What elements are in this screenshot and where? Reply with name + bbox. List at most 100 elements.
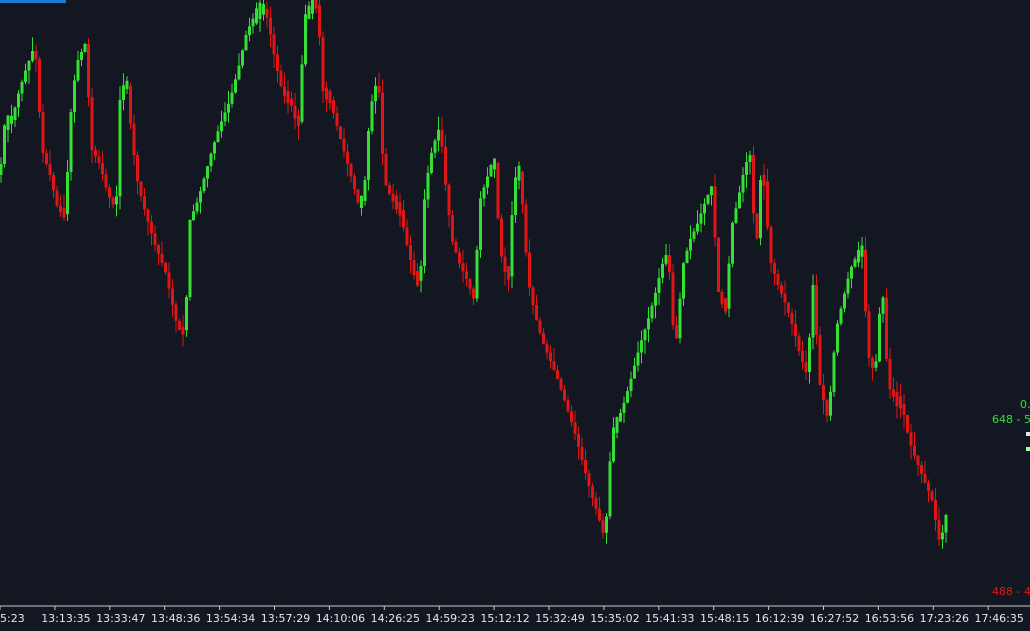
candle-down — [580, 446, 584, 460]
candle-up — [227, 103, 230, 113]
candle-up — [437, 129, 440, 141]
candlestick-chart[interactable]: 5:23 13:13:35 13:33:47 13:48:36 13:54:34 13:5… — [0, 0, 1030, 627]
candle-up — [759, 180, 762, 239]
x-tick-label: 15:32:49 — [535, 612, 584, 625]
candle-down — [269, 17, 272, 35]
candle-down — [174, 304, 178, 321]
candle-down — [720, 291, 724, 305]
candle-down — [339, 126, 342, 139]
candle-down — [790, 312, 794, 324]
candle-down — [279, 70, 283, 87]
candle-down — [395, 195, 398, 210]
candle-down — [570, 411, 573, 423]
x-tick-label: 13:57:29 — [261, 612, 310, 625]
x-axis-ticks: 5:23 13:13:35 13:33:47 13:48:36 13:54:34 13:5… — [0, 606, 1024, 625]
candle-down — [178, 320, 181, 330]
candle-down — [766, 181, 769, 228]
candle-up — [430, 152, 433, 173]
x-tick-label: 17:46:35 — [974, 612, 1023, 625]
candle-down — [668, 255, 671, 273]
candle-down — [783, 293, 787, 303]
x-tick-label: 15:41:33 — [645, 612, 694, 625]
candle-down — [713, 186, 717, 238]
candle-up — [13, 107, 17, 120]
candle-up — [878, 313, 881, 362]
chart-area[interactable]: 5:23 13:13:35 13:33:47 13:48:36 13:54:34 13:5… — [0, 0, 1030, 627]
candle-down — [591, 486, 594, 498]
candle-up — [692, 231, 696, 239]
x-tick-label: 13:33:47 — [96, 612, 145, 625]
candle-down — [164, 262, 167, 273]
candle-down — [584, 460, 587, 474]
x-tick-label: 13:54:34 — [206, 612, 255, 625]
candle-down — [265, 8, 269, 18]
candle-down — [48, 164, 52, 175]
candle-down — [90, 97, 94, 150]
candle-down — [160, 253, 164, 263]
candle-up — [300, 64, 304, 122]
candle-up — [850, 266, 853, 279]
candle-down — [328, 90, 332, 104]
candle-down — [409, 245, 412, 260]
candle-up — [20, 81, 24, 94]
candle-up — [829, 391, 832, 416]
candle-up — [433, 140, 437, 153]
candle-up — [258, 2, 262, 20]
candle-down — [563, 389, 566, 401]
candle-down — [804, 362, 808, 373]
candle-down — [895, 391, 899, 407]
candle-down — [111, 197, 115, 205]
candle-up — [636, 352, 640, 366]
candle-down — [276, 54, 279, 71]
candle-up — [10, 115, 13, 124]
candle-up — [230, 92, 234, 104]
candle-down — [496, 162, 500, 219]
candle-up — [223, 112, 227, 122]
candle-down — [97, 156, 101, 164]
candle-up — [745, 162, 748, 175]
candle-up — [836, 323, 839, 353]
candle-down — [342, 138, 346, 152]
candle-down — [867, 311, 871, 358]
candle-down — [286, 91, 290, 103]
candle-up — [195, 202, 199, 212]
candle-down — [447, 184, 451, 215]
candle-down — [143, 196, 146, 210]
candle-up — [255, 8, 258, 24]
candle-up — [241, 50, 244, 66]
candle-up — [374, 85, 377, 102]
candle-up — [699, 213, 703, 224]
candle-up — [209, 153, 213, 167]
candle-down — [587, 473, 591, 487]
candle-down — [923, 473, 927, 483]
candle-down — [283, 86, 286, 97]
candle-down — [507, 266, 510, 280]
candle-up — [685, 250, 689, 264]
candle-down — [94, 150, 97, 157]
candle-down — [318, 5, 321, 37]
candle-down — [913, 445, 916, 456]
candle-up — [83, 44, 87, 52]
candle-up — [311, 0, 314, 14]
candle-up — [874, 361, 878, 368]
candle-up — [727, 263, 731, 309]
candle-down — [136, 155, 139, 182]
x-tick-label: 15:48:15 — [700, 612, 749, 625]
candle-up — [643, 329, 647, 341]
candle-up — [202, 178, 206, 192]
candle-up — [650, 305, 654, 319]
candle-down — [451, 215, 454, 242]
candle-up — [0, 164, 3, 175]
candle-down — [524, 204, 528, 253]
candle-up — [654, 292, 657, 306]
candle-down — [146, 209, 150, 222]
candle-down — [769, 227, 773, 264]
candle-up — [605, 516, 608, 533]
candle-up — [678, 298, 682, 339]
candle-up — [843, 293, 846, 309]
candle-up — [514, 177, 517, 215]
candle-down — [388, 185, 391, 194]
x-tick-label: 14:10:06 — [316, 612, 365, 625]
candle-down — [454, 241, 458, 253]
candle-down — [34, 51, 38, 60]
